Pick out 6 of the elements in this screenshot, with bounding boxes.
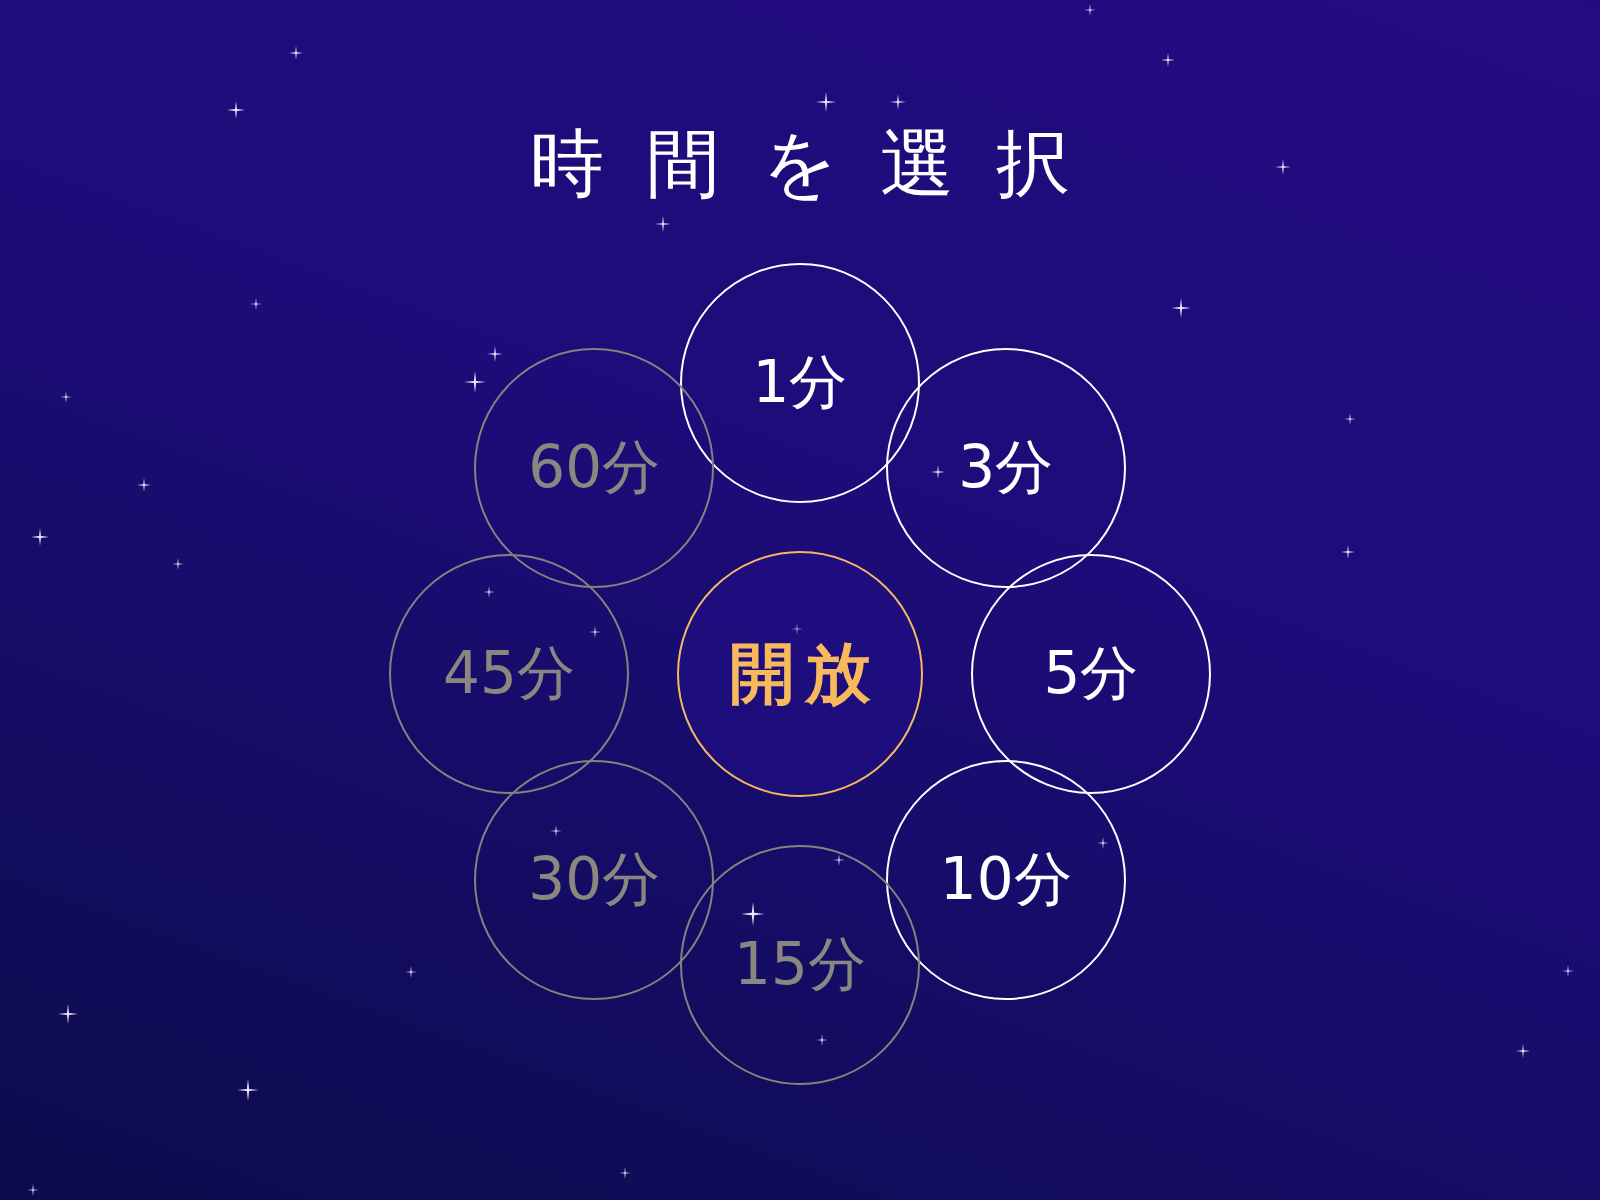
open-button[interactable]: 開放 xyxy=(677,551,923,797)
screen-title: 時間を選択 xyxy=(529,119,1112,208)
time-option-button[interactable]: 10分 xyxy=(885,759,1126,1000)
time-option-button[interactable]: 1分 xyxy=(680,263,920,503)
time-option-button[interactable]: 3分 xyxy=(885,348,1126,589)
time-option-button[interactable]: 5分 xyxy=(971,554,1211,794)
